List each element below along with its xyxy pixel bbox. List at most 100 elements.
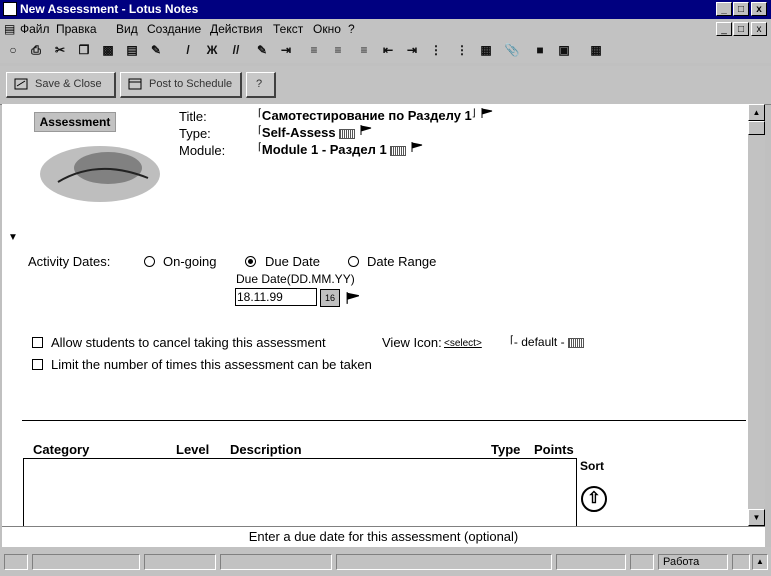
section-icon[interactable]: ■ <box>530 41 550 61</box>
calendar-icon <box>128 78 142 90</box>
save-close-label: Save & Close <box>35 78 102 90</box>
align-right-icon[interactable]: ≡ <box>354 41 374 61</box>
menu-create[interactable]: Создание <box>147 19 201 39</box>
location-indicator[interactable]: Работа <box>658 554 728 570</box>
outdent-icon[interactable]: ⇤ <box>378 41 398 61</box>
collapse-twistie-icon[interactable]: ▼ <box>8 232 18 243</box>
doc-close-button[interactable]: x <box>751 22 767 36</box>
due-date-input[interactable]: 18.11.99 <box>235 288 317 306</box>
title-bar: New Assessment - Lotus Notes _ □ x <box>0 0 771 19</box>
action-bar: Save & Close Post to Schedule ? <box>0 66 771 105</box>
bullet-list-icon[interactable]: ⋮ <box>426 41 446 61</box>
status-cell-5[interactable] <box>556 554 626 570</box>
menu-actions[interactable]: Действия <box>210 19 263 39</box>
open-icon[interactable]: ○ <box>3 41 23 61</box>
align-center-icon[interactable]: ≡ <box>328 41 348 61</box>
view-icon-label: View Icon: <box>382 335 442 350</box>
status-cell-6[interactable] <box>630 554 654 570</box>
scroll-down-icon[interactable]: ▼ <box>748 509 765 526</box>
calendar-picker-icon[interactable]: 16 <box>320 289 340 307</box>
highlight-icon[interactable]: ✎ <box>252 41 272 61</box>
image-icon[interactable]: ▣ <box>554 41 574 61</box>
align-left-icon[interactable]: ≡ <box>304 41 324 61</box>
close-button[interactable]: x <box>751 2 767 16</box>
window-title: New Assessment - Lotus Notes <box>20 2 199 16</box>
mail-indicator-icon[interactable] <box>732 554 750 570</box>
paste-icon[interactable]: ▩ <box>98 41 118 61</box>
minimize-button[interactable]: _ <box>716 2 732 16</box>
save-icon <box>14 78 28 90</box>
divider <box>22 420 746 421</box>
help-button[interactable]: ? <box>246 72 276 98</box>
radio-due-date[interactable] <box>245 256 256 267</box>
questions-list[interactable] <box>23 458 577 526</box>
dropdown-icon[interactable] <box>338 128 355 139</box>
menu-view[interactable]: Вид <box>116 19 138 39</box>
copy-icon[interactable]: ❐ <box>74 41 94 61</box>
cut-icon[interactable]: ✂ <box>50 41 70 61</box>
col-description: Description <box>230 442 302 457</box>
vertical-scrollbar[interactable]: ▲ ▼ <box>748 104 765 526</box>
menu-help[interactable]: ? <box>348 19 355 39</box>
view-icon[interactable]: ▦ <box>586 41 606 61</box>
field-help-hint: Enter a due date for this assessment (op… <box>2 526 765 547</box>
properties-icon[interactable]: ▤ <box>122 41 142 61</box>
app-icon[interactable] <box>3 2 17 16</box>
flag-icon <box>411 142 423 152</box>
col-category: Category <box>33 442 90 457</box>
bold-icon[interactable]: Ж <box>202 41 222 61</box>
indent-icon[interactable]: ⇥ <box>276 41 296 61</box>
module-field[interactable]: ⌈Module 1 - Раздел 1 <box>258 142 423 157</box>
doc-minimize-button[interactable]: _ <box>716 22 732 36</box>
status-message-area <box>336 554 552 570</box>
document-menu-icon[interactable]: ▤ <box>4 19 15 39</box>
table-icon[interactable]: ▦ <box>476 41 496 61</box>
post-to-schedule-label: Post to Schedule <box>149 78 233 90</box>
radio-date-range[interactable] <box>348 256 359 267</box>
status-cell-2[interactable] <box>32 554 140 570</box>
radio-ongoing-label: On-going <box>163 254 217 269</box>
status-cell-1[interactable] <box>4 554 28 570</box>
menu-text[interactable]: Текст <box>273 19 303 39</box>
flag-icon <box>360 125 372 135</box>
italic-icon[interactable]: // <box>226 41 246 61</box>
title-field[interactable]: ⌈Самотестирование по Разделу 1⌋ <box>258 108 493 123</box>
radio-date-range-label: Date Range <box>367 254 437 269</box>
allow-cancel-label: Allow students to cancel taking this ass… <box>51 335 326 350</box>
indent-more-icon[interactable]: ⇥ <box>402 41 422 61</box>
type-field[interactable]: ⌈Self-Assess <box>258 125 372 140</box>
scroll-thumb[interactable] <box>748 121 765 135</box>
numbered-list-icon[interactable]: ⋮ <box>452 41 472 61</box>
status-cell-4[interactable] <box>220 554 332 570</box>
due-date-label: Due Date(DD.MM.YY) <box>236 272 355 286</box>
attach-icon[interactable]: 📎 <box>502 41 522 61</box>
dropdown-icon[interactable] <box>567 337 584 348</box>
limit-times-checkbox[interactable] <box>32 359 43 370</box>
menu-window[interactable]: Окно <box>313 19 341 39</box>
flag-icon <box>346 292 360 304</box>
doc-restore-button[interactable]: □ <box>733 22 749 36</box>
dropdown-icon[interactable] <box>389 145 406 156</box>
module-value: Module 1 - Раздел 1 <box>261 142 387 157</box>
activity-dates-label: Activity Dates: <box>28 254 111 269</box>
col-type: Type <box>491 442 521 457</box>
view-icon-field[interactable]: ⌈- default - <box>510 335 584 349</box>
col-points: Points <box>534 442 574 457</box>
menu-file[interactable]: Файл <box>20 19 50 39</box>
menu-edit[interactable]: Правка <box>56 19 97 39</box>
post-to-schedule-button[interactable]: Post to Schedule <box>120 72 242 98</box>
sort-up-icon[interactable]: ⇧ <box>581 486 607 512</box>
limit-times-label: Limit the number of times this assessmen… <box>51 357 372 372</box>
more-indicator-icon[interactable]: ▲ <box>752 554 768 570</box>
pen-icon[interactable]: / <box>178 41 198 61</box>
ink-icon[interactable]: ✎ <box>146 41 166 61</box>
view-icon-select-link[interactable]: <select> <box>444 338 482 349</box>
scroll-up-icon[interactable]: ▲ <box>748 104 765 121</box>
type-value: Self-Assess <box>261 125 336 140</box>
allow-cancel-checkbox[interactable] <box>32 337 43 348</box>
status-cell-3[interactable] <box>144 554 216 570</box>
maximize-button[interactable]: □ <box>733 2 749 16</box>
print-icon[interactable]: ⎙ <box>26 41 46 61</box>
save-close-button[interactable]: Save & Close <box>6 72 116 98</box>
radio-ongoing[interactable] <box>144 256 155 267</box>
